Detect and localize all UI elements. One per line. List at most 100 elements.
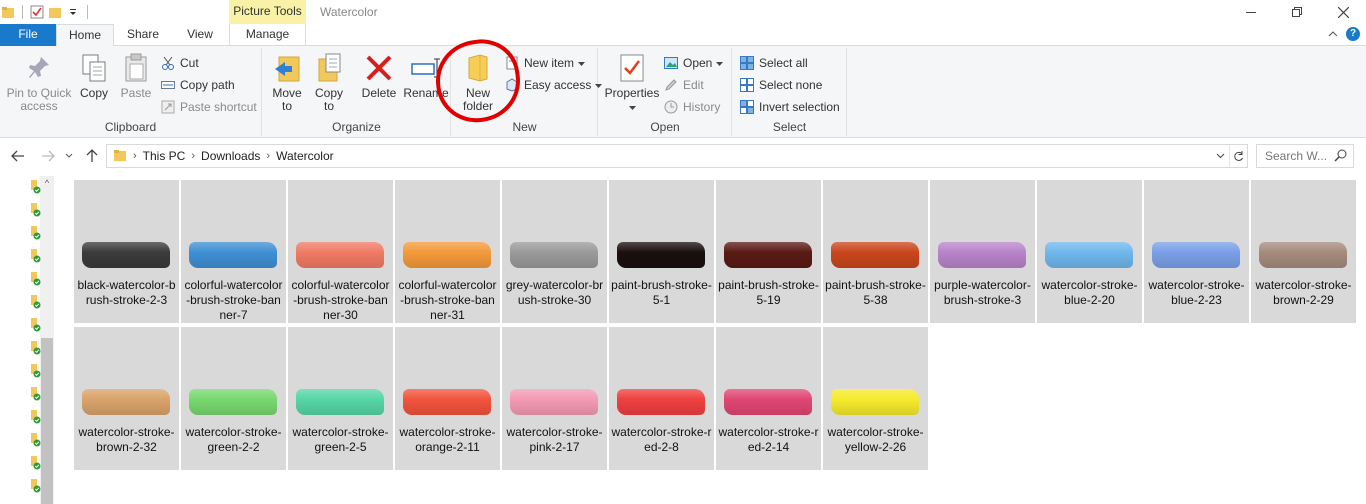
help-icon[interactable]: ?: [1346, 27, 1360, 41]
file-tile[interactable]: paint-brush-stroke-5-19: [716, 180, 821, 323]
recent-locations-chevron-icon[interactable]: [62, 146, 76, 166]
open-button[interactable]: Open: [663, 53, 724, 73]
tab-home[interactable]: Home: [56, 24, 114, 47]
nav-folder-sync-icon[interactable]: [31, 318, 41, 332]
chevron-right-icon: ›: [266, 150, 271, 162]
nav-folder-sync-icon[interactable]: [31, 226, 41, 240]
file-tile[interactable]: paint-brush-stroke-5-1: [609, 180, 714, 323]
file-tile[interactable]: watercolor-stroke-pink-2-17: [502, 327, 607, 470]
file-tile[interactable]: colorful-watercolor-brush-stroke-banner-…: [395, 180, 500, 323]
invert-selection-button[interactable]: Invert selection: [739, 97, 840, 117]
select-group-label: Select: [772, 120, 807, 134]
properties-button[interactable]: Properties: [603, 52, 661, 114]
nav-folder-sync-icon[interactable]: [31, 410, 41, 424]
nav-folder-sync-icon[interactable]: [31, 479, 41, 493]
chevron-down-icon[interactable]: [65, 4, 81, 20]
file-tile[interactable]: watercolor-stroke-brown-2-29: [1251, 180, 1356, 323]
select-all-button[interactable]: Select all: [739, 53, 808, 73]
nav-folder-sync-icon[interactable]: [31, 249, 41, 263]
copy-to-button[interactable]: Copy to: [311, 52, 347, 113]
breadcrumb-watercolor[interactable]: Watercolor: [276, 149, 334, 163]
new-item-button[interactable]: New item: [504, 53, 586, 73]
tab-share[interactable]: Share: [118, 24, 168, 46]
select-all-icon: [739, 55, 755, 71]
rename-label: Rename: [403, 86, 449, 100]
nav-folder-sync-icon[interactable]: [31, 272, 41, 286]
up-arrow-icon[interactable]: [82, 146, 102, 166]
new-folder-qat-icon[interactable]: [47, 4, 63, 20]
nav-folder-sync-icon[interactable]: [31, 295, 41, 309]
rename-button[interactable]: Rename: [403, 52, 449, 100]
nav-folder-sync-icon[interactable]: [31, 180, 41, 194]
divider: [87, 5, 88, 19]
nav-folder-sync-icon[interactable]: [31, 387, 41, 401]
collapse-ribbon-icon[interactable]: [1328, 27, 1338, 41]
refresh-icon[interactable]: [1229, 145, 1247, 167]
file-tile[interactable]: watercolor-stroke-blue-2-23: [1144, 180, 1249, 323]
back-arrow-icon[interactable]: [8, 146, 28, 166]
forward-arrow-icon[interactable]: [38, 146, 58, 166]
copy-path-icon: [160, 77, 176, 93]
file-tile[interactable]: watercolor-stroke-green-2-2: [181, 327, 286, 470]
file-tile[interactable]: paint-brush-stroke-5-38: [823, 180, 928, 323]
file-tile[interactable]: colorful-watercolor-brush-stroke-banner-…: [181, 180, 286, 323]
copy-button[interactable]: Copy: [76, 52, 112, 100]
nav-folder-sync-icon[interactable]: [31, 456, 41, 470]
file-tile[interactable]: grey-watercolor-brush-stroke-30: [502, 180, 607, 323]
tab-file[interactable]: File: [0, 24, 56, 46]
chevron-right-icon: ›: [133, 150, 137, 162]
scrollbar-thumb[interactable]: [41, 338, 53, 504]
file-tile[interactable]: purple-watercolor-brush-stroke-3: [930, 180, 1035, 323]
file-name: black-watercolor-brush-stroke-2-3: [77, 278, 176, 307]
file-tile[interactable]: black-watercolor-brush-stroke-2-3: [74, 180, 179, 323]
file-tile[interactable]: watercolor-stroke-orange-2-11: [395, 327, 500, 470]
brush-stroke-image: [938, 242, 1026, 268]
select-group: Select all Select none Invert selection …: [733, 48, 847, 136]
file-tile[interactable]: colorful-watercolor-brush-stroke-banner-…: [288, 180, 393, 323]
close-button[interactable]: [1320, 0, 1366, 24]
breadcrumb-downloads[interactable]: Downloads: [201, 149, 260, 163]
easy-access-icon: [504, 77, 520, 93]
properties-check-icon[interactable]: [29, 4, 45, 20]
edit-button[interactable]: Edit: [663, 75, 704, 95]
breadcrumb-this-pc[interactable]: This PC: [143, 149, 186, 163]
address-bar[interactable]: › This PC › Downloads › Watercolor: [106, 144, 1248, 168]
scroll-up-chevron-icon[interactable]: ^: [41, 176, 53, 190]
paste-shortcut-button[interactable]: Paste shortcut: [160, 97, 257, 117]
easy-access-button[interactable]: Easy access: [504, 75, 603, 95]
nav-folder-sync-icon[interactable]: [31, 341, 41, 355]
new-folder-button[interactable]: New folder: [458, 52, 498, 113]
paste-button[interactable]: Paste: [116, 52, 156, 100]
search-input[interactable]: Search W...: [1256, 144, 1354, 168]
file-thumbnail: [79, 383, 173, 421]
delete-button[interactable]: Delete: [359, 52, 399, 100]
tab-manage[interactable]: Manage: [229, 24, 306, 46]
cut-button[interactable]: Cut: [160, 53, 199, 73]
move-to-button[interactable]: Move to: [269, 52, 305, 113]
tab-view[interactable]: View: [176, 24, 224, 46]
open-group: Properties Open Edit History Open: [599, 48, 732, 136]
copy-path-button[interactable]: Copy path: [160, 75, 235, 95]
file-tile[interactable]: watercolor-stroke-red-2-14: [716, 327, 821, 470]
file-tile[interactable]: watercolor-stroke-green-2-5: [288, 327, 393, 470]
nav-pane-scrollbar[interactable]: ^: [40, 176, 54, 504]
history-clock-icon: [663, 99, 679, 115]
minimize-button[interactable]: [1228, 0, 1274, 24]
file-tile[interactable]: watercolor-stroke-yellow-2-26: [823, 327, 928, 470]
pin-to-quick-access-button[interactable]: Pin to Quick access: [4, 52, 74, 113]
nav-folder-sync-icon[interactable]: [31, 364, 41, 378]
nav-folder-sync-icon[interactable]: [31, 433, 41, 447]
nav-folder-sync-icon[interactable]: [31, 203, 41, 217]
select-none-button[interactable]: Select none: [739, 75, 822, 95]
file-tile[interactable]: watercolor-stroke-red-2-8: [609, 327, 714, 470]
file-thumbnail: [1256, 236, 1350, 274]
file-tile[interactable]: watercolor-stroke-brown-2-32: [74, 327, 179, 470]
address-dropdown-chevron-icon[interactable]: [1211, 145, 1229, 167]
restore-button[interactable]: [1274, 0, 1320, 24]
file-thumbnail: [828, 236, 922, 274]
file-thumbnail: [614, 383, 708, 421]
folder-icon: [113, 148, 127, 165]
file-tile[interactable]: watercolor-stroke-blue-2-20: [1037, 180, 1142, 323]
history-button[interactable]: History: [663, 97, 720, 117]
file-thumbnail: [400, 383, 494, 421]
